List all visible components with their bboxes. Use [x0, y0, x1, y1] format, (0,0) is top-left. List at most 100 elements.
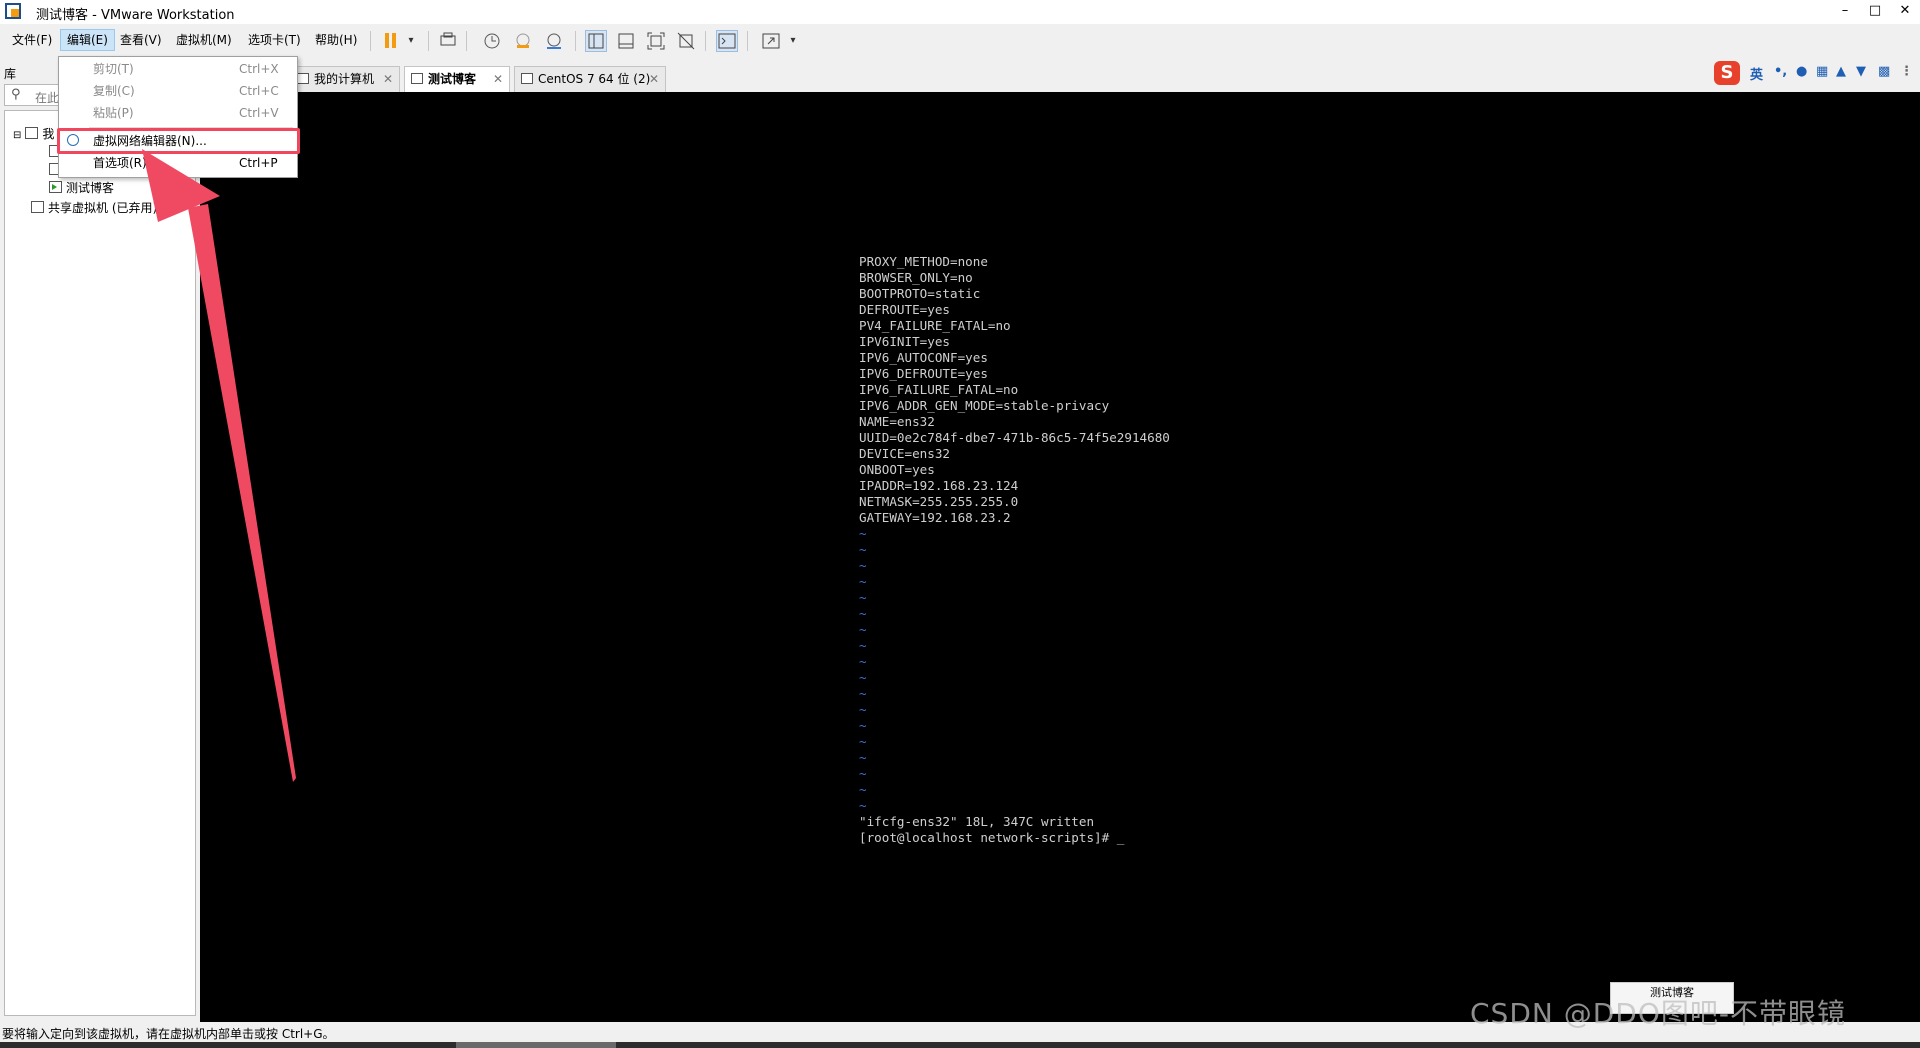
- skin-icon[interactable]: ▼: [1856, 64, 1866, 79]
- tree-item-shared-vms[interactable]: 共享虚拟机 (已弃用): [31, 199, 157, 217]
- search-placeholder: 在此: [35, 91, 60, 105]
- tree-label: 我: [42, 127, 55, 141]
- tree-item-my-computer[interactable]: ⊟ 我: [13, 125, 54, 143]
- tree-item-test-blog[interactable]: 测试博客: [49, 179, 114, 197]
- menu-vm[interactable]: 虚拟机(M): [170, 30, 238, 50]
- menu-item-shortcut: Ctrl+X: [239, 62, 279, 76]
- close-button[interactable]: ✕: [1890, 0, 1920, 24]
- console-icon[interactable]: [716, 30, 738, 52]
- edit-menu-dropdown: 剪切(T) Ctrl+X 复制(C) Ctrl+C 粘贴(P) Ctrl+V 虚…: [58, 56, 298, 178]
- menu-item-label: 粘贴(P): [93, 106, 134, 120]
- terminal-line: UUID=0e2c784f-dbe7-471b-86c5-74f5e291468…: [859, 430, 1170, 445]
- home-icon: [297, 73, 309, 84]
- ime-mode-button[interactable]: 英: [1750, 64, 1763, 83]
- microphone-icon[interactable]: ●: [1796, 64, 1807, 79]
- menu-tabs[interactable]: 选项卡(T): [242, 30, 307, 50]
- menu-item-shortcut: Ctrl+P: [239, 156, 278, 170]
- terminal-empty-line: ~: [859, 526, 867, 541]
- menu-item-shortcut: Ctrl+V: [239, 106, 279, 120]
- send-keys-icon[interactable]: [437, 30, 459, 52]
- toolbar-separator: [466, 31, 467, 51]
- highlight-annotation: [57, 128, 300, 154]
- thumbnail-view-icon[interactable]: [615, 30, 637, 52]
- vm-running-icon: [411, 73, 423, 84]
- menu-item-preferences[interactable]: 首选项(R)... Ctrl+P: [59, 153, 297, 173]
- keyboard-icon[interactable]: ▦: [1816, 64, 1828, 79]
- dropdown-arrow-icon[interactable]: ▾: [782, 30, 804, 52]
- tree-label: 测试博客: [66, 181, 115, 195]
- close-icon[interactable]: ✕: [649, 67, 659, 91]
- tab-centos[interactable]: CentOS 7 64 位 (2) ✕: [514, 66, 666, 92]
- watermark: CSDN @DDO图吧-不带眼镜: [1470, 997, 1846, 1030]
- terminal-line: IPV6_ADDR_GEN_MODE=stable-privacy: [859, 398, 1110, 413]
- terminal-empty-line: ~: [859, 654, 867, 669]
- ime-toolbar: S 英 •, ● ▦ ▲ ▼ ▩ ⋮: [1712, 60, 1920, 88]
- minimize-button[interactable]: –: [1830, 0, 1860, 24]
- terminal-line: IPV6_DEFROUTE=yes: [859, 366, 988, 381]
- terminal-output: PROXY_METHOD=none BROWSER_ONLY=no BOOTPROT…: [859, 254, 1170, 846]
- window-title: 测试博客 - VMware Workstation: [36, 8, 235, 23]
- menu-help[interactable]: 帮助(H): [309, 30, 363, 50]
- punctuation-icon[interactable]: •,: [1774, 64, 1787, 79]
- grid-icon[interactable]: ▩: [1878, 64, 1890, 79]
- snapshot-icon[interactable]: [481, 30, 503, 52]
- menu-item-paste[interactable]: 粘贴(P) Ctrl+V: [59, 103, 297, 123]
- terminal-line: BROWSER_ONLY=no: [859, 270, 973, 285]
- more-icon[interactable]: ⋮: [1900, 64, 1913, 79]
- terminal-empty-line: ~: [859, 718, 867, 733]
- menu-file[interactable]: 文件(F): [6, 30, 58, 50]
- terminal-line: IPV6_AUTOCONF=yes: [859, 350, 988, 365]
- gamepad-icon[interactable]: ▲: [1836, 64, 1846, 79]
- close-icon[interactable]: ✕: [493, 67, 503, 91]
- collapse-icon[interactable]: ⊟: [13, 130, 21, 141]
- pause-icon[interactable]: [380, 30, 402, 52]
- menu-item-label: 首选项(R)...: [93, 156, 159, 170]
- tab-label: CentOS 7 64 位 (2): [538, 72, 651, 86]
- revert-snapshot-icon[interactable]: [512, 30, 534, 52]
- terminal-empty-line: ~: [859, 606, 867, 621]
- terminal-empty-line: ~: [859, 702, 867, 717]
- snapshot-manager-icon[interactable]: [543, 30, 565, 52]
- menu-view[interactable]: 查看(V): [114, 30, 168, 50]
- fullscreen-icon[interactable]: [645, 30, 667, 52]
- terminal-line: PV4_FAILURE_FATAL=no: [859, 318, 1011, 333]
- terminal-empty-line: ~: [859, 558, 867, 573]
- menu-item-cut[interactable]: 剪切(T) Ctrl+X: [59, 59, 297, 79]
- terminal-empty-line: ~: [859, 750, 867, 765]
- terminal-written-message: "ifcfg-ens32" 18L, 347C written: [859, 814, 1095, 829]
- terminal-line: BOOTPROTO=static: [859, 286, 981, 301]
- tab-my-computer[interactable]: 我的计算机 ✕: [290, 66, 400, 92]
- title-bar: 测试博客 - VMware Workstation – □ ✕: [0, 0, 1920, 24]
- terminal-line: IPADDR=192.168.23.124: [859, 478, 1019, 493]
- toolbar-separator: [747, 31, 748, 51]
- menu-edit[interactable]: 编辑(E): [60, 29, 115, 51]
- vm-running-icon: [49, 181, 62, 193]
- menu-item-copy[interactable]: 复制(C) Ctrl+C: [59, 81, 297, 101]
- terminal-empty-line: ~: [859, 686, 867, 701]
- terminal-line: PROXY_METHOD=none: [859, 254, 988, 269]
- taskbar-thumb: [456, 1042, 616, 1048]
- close-icon[interactable]: ✕: [383, 67, 393, 91]
- stretch-icon[interactable]: [760, 30, 782, 52]
- terminal-line: IPV6_FAILURE_FATAL=no: [859, 382, 1019, 397]
- terminal-empty-line: ~: [859, 734, 867, 749]
- toolbar-separator: [575, 31, 576, 51]
- dropdown-arrow-icon[interactable]: ▾: [400, 30, 422, 52]
- terminal-line: DEVICE=ens32: [859, 446, 950, 461]
- terminal-line: NAME=ens32: [859, 414, 935, 429]
- unity-icon[interactable]: [675, 30, 697, 52]
- tab-label: 我的计算机: [314, 72, 375, 86]
- vm-console[interactable]: PROXY_METHOD=none BROWSER_ONLY=no BOOTPROT…: [200, 92, 1920, 1022]
- library-title: 库: [4, 67, 17, 81]
- terminal-empty-line: ~: [859, 574, 867, 589]
- sogou-logo-icon[interactable]: S: [1714, 61, 1740, 85]
- library-view-icon[interactable]: [585, 30, 607, 52]
- tab-test-blog[interactable]: 测试博客 ✕: [404, 66, 510, 92]
- shared-vm-icon: [31, 201, 44, 213]
- maximize-button[interactable]: □: [1860, 0, 1890, 24]
- vmware-logo-icon: [5, 3, 21, 19]
- terminal-line: IPV6INIT=yes: [859, 334, 950, 349]
- terminal-line: NETMASK=255.255.255.0: [859, 494, 1019, 509]
- terminal-empty-line: ~: [859, 638, 867, 653]
- tab-bar: 我的计算机 ✕ 测试博客 ✕ CentOS 7 64 位 (2) ✕: [200, 64, 1920, 92]
